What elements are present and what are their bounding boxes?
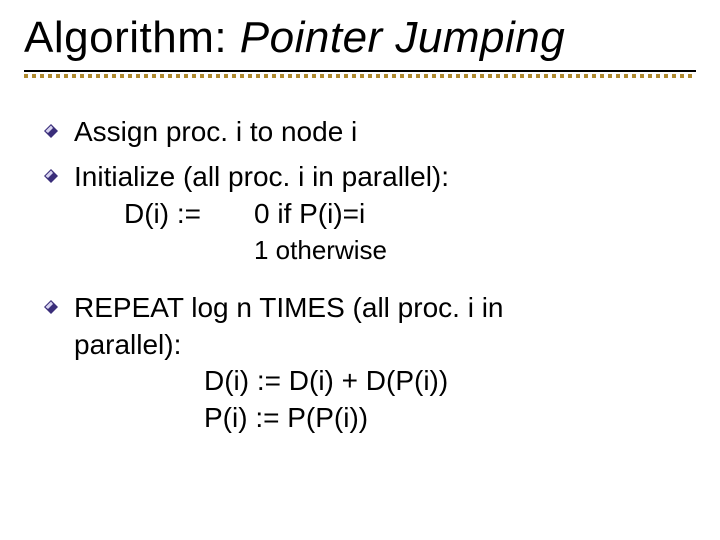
slide: Algorithm: Pointer Jumping Assign proc. … xyxy=(0,0,720,540)
bullet-repeat: REPEAT log n TIMES (all proc. i in paral… xyxy=(74,290,696,438)
init-case-one: 1 otherwise xyxy=(74,233,696,267)
bullet-assign: Assign proc. i to node i xyxy=(74,114,696,151)
init-definition: D(i) := 0 if P(i)=i xyxy=(74,196,696,233)
diamond-bullet-icon xyxy=(44,124,58,138)
title-prefix: Algorithm: xyxy=(24,13,240,62)
title-underline xyxy=(24,70,696,78)
repeat-line-1: REPEAT log n TIMES (all proc. i in xyxy=(74,292,504,323)
underline-solid xyxy=(24,70,696,72)
title-block: Algorithm: Pointer Jumping xyxy=(24,14,696,84)
repeat-line-2: parallel): xyxy=(74,329,181,360)
bullet-text: Initialize (all proc. i in parallel): xyxy=(74,161,449,192)
slide-title: Algorithm: Pointer Jumping xyxy=(24,14,696,62)
init-case-zero: 0 if P(i)=i xyxy=(254,196,696,233)
bullet-text: Assign proc. i to node i xyxy=(74,116,357,147)
diamond-bullet-icon xyxy=(44,300,58,314)
body: Assign proc. i to node i Initialize (all… xyxy=(24,114,696,437)
init-lhs: D(i) := xyxy=(124,196,254,233)
repeat-step-d: D(i) := D(i) + D(P(i)) xyxy=(74,363,696,400)
title-emphasis: Pointer Jumping xyxy=(240,13,565,62)
bullet-initialize: Initialize (all proc. i in parallel): D(… xyxy=(74,159,696,267)
underline-dashed xyxy=(24,74,696,78)
diamond-bullet-icon xyxy=(44,169,58,183)
repeat-step-p: P(i) := P(P(i)) xyxy=(74,400,696,437)
